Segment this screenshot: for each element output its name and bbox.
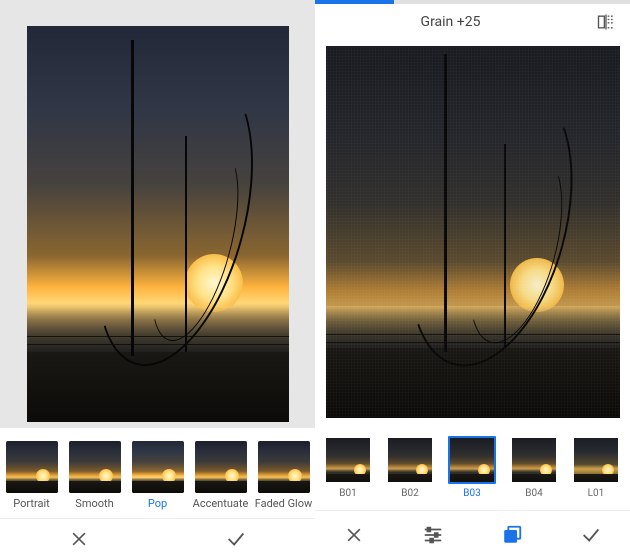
card-stack-icon <box>501 524 523 546</box>
preview-image <box>326 46 620 418</box>
image-preview[interactable] <box>0 18 315 428</box>
top-strip <box>0 0 315 18</box>
check-icon <box>580 524 602 546</box>
filter-label: L01 <box>588 488 605 499</box>
preview-image <box>27 26 289 422</box>
filter-label: B04 <box>525 488 542 499</box>
filter-b02[interactable]: B02 <box>383 436 437 499</box>
check-icon <box>225 528 247 550</box>
tune-button[interactable] <box>411 517 455 553</box>
cancel-button[interactable] <box>332 517 376 553</box>
filter-pop[interactable]: Pop <box>126 441 189 510</box>
filter-label: Faded Glow <box>255 497 313 510</box>
filter-accentuate[interactable]: Accentuate <box>189 441 252 510</box>
confirm-button[interactable] <box>214 521 258 557</box>
image-preview[interactable] <box>315 40 630 420</box>
filter-b03[interactable]: B03 <box>445 436 499 499</box>
compare-icon <box>596 12 616 32</box>
filter-b01[interactable]: B01 <box>321 436 375 499</box>
filter-b04[interactable]: B04 <box>507 436 561 499</box>
styles-button[interactable] <box>490 517 534 553</box>
filter-tray[interactable]: B01 B02 B03 B04 L01 <box>315 420 630 510</box>
filter-l01[interactable]: L01 <box>569 436 623 499</box>
filter-label: B01 <box>339 488 356 499</box>
sliders-icon <box>422 524 444 546</box>
editor-pane-right: Grain +25 <box>315 0 630 559</box>
cancel-button[interactable] <box>57 521 101 557</box>
filter-portrait[interactable]: Portrait <box>0 441 63 510</box>
slider-progress[interactable] <box>315 0 630 4</box>
compare-button[interactable] <box>592 4 620 40</box>
confirm-button[interactable] <box>569 517 613 553</box>
filter-smooth[interactable]: Smooth <box>63 441 126 510</box>
filter-faded-glow[interactable]: Faded Glow <box>252 441 315 510</box>
close-icon <box>69 529 89 549</box>
filter-label: Pop <box>148 497 167 510</box>
filter-label: B02 <box>401 488 418 499</box>
bottom-bar <box>315 510 630 559</box>
filter-tray[interactable]: Portrait Smooth Pop Accentuate Faded Glo… <box>0 428 315 518</box>
bottom-bar <box>0 518 315 559</box>
setting-readout: Grain +25 <box>421 14 481 30</box>
filter-label: Portrait <box>13 497 50 510</box>
header-bar: Grain +25 <box>315 4 630 40</box>
filter-label: Accentuate <box>193 497 249 510</box>
filter-label: Smooth <box>75 497 113 510</box>
filter-label: B03 <box>463 488 480 499</box>
close-icon <box>344 525 364 545</box>
slider-progress-fill <box>315 0 394 4</box>
editor-pane-left: Portrait Smooth Pop Accentuate Faded Glo… <box>0 0 315 559</box>
